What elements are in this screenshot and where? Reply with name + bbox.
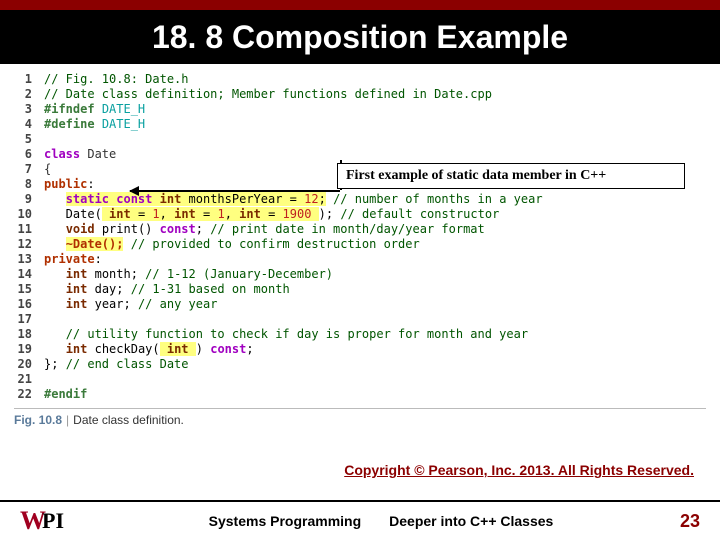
code-line: 3#ifndef DATE_H xyxy=(14,102,706,117)
code-line: 14 int month; // 1-12 (January-December) xyxy=(14,267,706,282)
wpi-logo: WPI xyxy=(20,508,82,534)
code-line: 11 void print() const; // print date in … xyxy=(14,222,706,237)
code-listing: 1// Fig. 10.8: Date.h2// Date class defi… xyxy=(14,72,706,427)
code-line: 10 Date( int = 1, int = 1, int = 1900 );… xyxy=(14,207,706,222)
code-line: 21 xyxy=(14,372,706,387)
code-line: 20}; // end class Date xyxy=(14,357,706,372)
footer: WPI Systems ProgrammingDeeper into C++ C… xyxy=(0,500,720,540)
code-line: 13private: xyxy=(14,252,706,267)
footer-text: Systems ProgrammingDeeper into C++ Class… xyxy=(82,513,680,529)
code-line: 1// Fig. 10.8: Date.h xyxy=(14,72,706,87)
code-line: 22#endif xyxy=(14,387,706,402)
code-line: 6class Date xyxy=(14,147,706,162)
code-line: 12 ~Date(); // provided to confirm destr… xyxy=(14,237,706,252)
code-line: 17 xyxy=(14,312,706,327)
title-bar: 18. 8 Composition Example xyxy=(0,0,720,64)
code-line: 19 int checkDay( int ) const; xyxy=(14,342,706,357)
copyright-text: Copyright © Pearson, Inc. 2013. All Righ… xyxy=(344,462,694,478)
code-line: 18 // utility function to check if day i… xyxy=(14,327,706,342)
slide-title: 18. 8 Composition Example xyxy=(152,19,568,56)
code-line: 15 int day; // 1-31 based on month xyxy=(14,282,706,297)
code-line: 9 static const int monthsPerYear = 12; /… xyxy=(14,192,706,207)
code-line: 16 int year; // any year xyxy=(14,297,706,312)
callout-box: First example of static data member in C… xyxy=(337,163,685,189)
callout-arrow xyxy=(130,190,340,192)
page-number: 23 xyxy=(680,511,700,532)
code-line: 2// Date class definition; Member functi… xyxy=(14,87,706,102)
figure-caption: Fig. 10.8|Date class definition. xyxy=(14,413,706,427)
code-line: 5 xyxy=(14,132,706,147)
code-line: 4#define DATE_H xyxy=(14,117,706,132)
